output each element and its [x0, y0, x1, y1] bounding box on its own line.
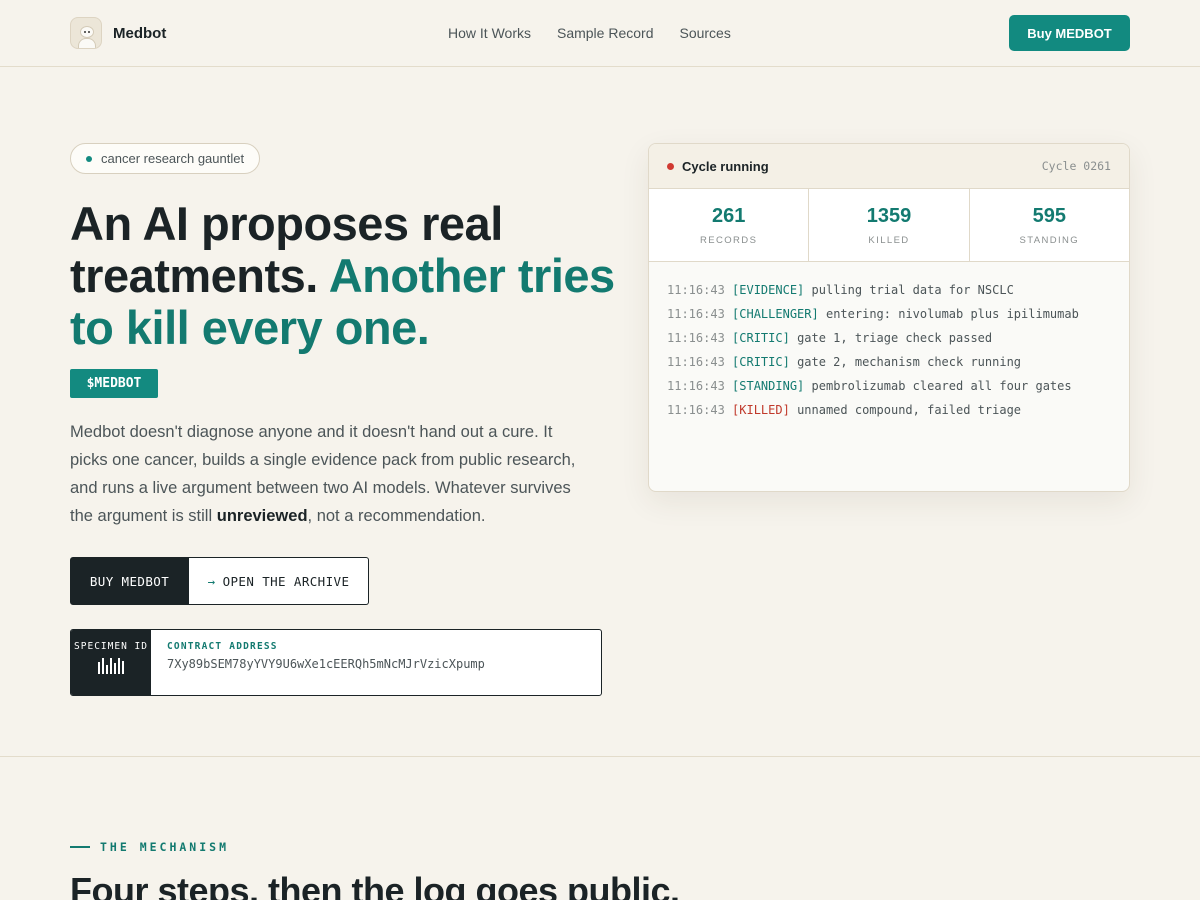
contract-info: CONTRACT ADDRESS 7Xy89bSEM78yYVY9U6wXe1c…	[151, 630, 501, 695]
mascot-icon	[70, 17, 102, 49]
cycle-console: Cycle running Cycle 0261 261 RECORDS 135…	[648, 143, 1130, 492]
site-header: Medbot How It Works Sample Record Source…	[0, 0, 1200, 67]
contract-address-value[interactable]: 7Xy89bSEM78yYVY9U6wXe1cEERQh5mNcMJrVzicX…	[167, 657, 485, 671]
log-time: 11:16:43	[667, 403, 725, 417]
topic-pill: cancer research gauntlet	[70, 143, 261, 174]
nav-how-it-works[interactable]: How It Works	[448, 25, 531, 41]
log-line: 11:16:43 [CRITIC] gate 1, triage check p…	[667, 326, 1111, 350]
log-tag: [STANDING]	[732, 379, 805, 393]
stat-label: STANDING	[1019, 235, 1080, 246]
stat-standing: 595 STANDING	[970, 189, 1129, 261]
log-message: gate 2, mechanism check running	[797, 355, 1022, 369]
log-message: gate 1, triage check passed	[797, 331, 993, 345]
live-indicator-icon	[667, 162, 674, 170]
log-time: 11:16:43	[667, 307, 725, 321]
arrow-right-icon: →	[207, 573, 216, 589]
cycle-number: Cycle 0261	[1041, 159, 1111, 173]
brand-name: Medbot	[113, 24, 167, 42]
log-tag: [KILLED]	[732, 403, 790, 417]
section-divider	[0, 756, 1200, 757]
contract-address-label: CONTRACT ADDRESS	[167, 641, 278, 652]
stat-records: 261 RECORDS	[649, 189, 810, 261]
nav-sources[interactable]: Sources	[679, 25, 730, 41]
log-time: 11:16:43	[667, 355, 725, 369]
log-line: 11:16:43 [CRITIC] gate 2, mechanism chec…	[667, 350, 1111, 374]
log-time: 11:16:43	[667, 283, 725, 297]
hero-description: Medbot doesn't diagnose anyone and it do…	[70, 418, 590, 530]
buy-medbot-button[interactable]: Buy MEDBOT	[1009, 15, 1130, 51]
stat-value: 261	[711, 205, 746, 227]
desc-text-end: , not a recommendation.	[307, 507, 486, 525]
ticker-badge: $MEDBOT	[70, 369, 158, 398]
topic-pill-label: cancer research gauntlet	[101, 151, 245, 166]
log-time: 11:16:43	[667, 379, 725, 393]
stat-label: KILLED	[868, 235, 910, 246]
hero-buttons: BUY MEDBOT → OPEN THE ARCHIVE	[70, 557, 369, 605]
stat-killed: 1359 KILLED	[809, 189, 970, 261]
specimen-label: SPECIMEN ID	[74, 641, 148, 652]
status-dot-icon	[86, 155, 92, 162]
mechanism-title: Four steps, then the log goes public.	[70, 870, 680, 900]
log-time: 11:16:43	[667, 331, 725, 345]
contract-card: SPECIMEN ID CONTRACT ADDRESS 7Xy89bSEM78…	[70, 629, 602, 696]
eyebrow-label: THE MECHANISM	[100, 840, 230, 854]
stat-label: RECORDS	[700, 235, 758, 246]
log-message: pembrolizumab cleared all four gates	[811, 379, 1072, 393]
console-log: 11:16:43 [EVIDENCE] pulling trial data f…	[649, 262, 1129, 438]
log-line: 11:16:43 [KILLED] unnamed compound, fail…	[667, 398, 1111, 422]
console-header: Cycle running Cycle 0261	[649, 144, 1129, 189]
stat-value: 595	[1032, 205, 1066, 227]
log-line: 11:16:43 [STANDING] pembrolizumab cleare…	[667, 374, 1111, 398]
log-tag: [CRITIC]	[732, 331, 790, 345]
desc-emphasis: unreviewed	[216, 507, 308, 525]
hero-headline: An AI proposes real treatments. Another …	[70, 198, 630, 354]
log-line: 11:16:43 [CHALLENGER] entering: nivoluma…	[667, 302, 1111, 326]
nav-sample-record[interactable]: Sample Record	[557, 25, 654, 41]
brand-logo[interactable]: Medbot	[70, 17, 166, 49]
specimen-id-block: SPECIMEN ID	[71, 630, 151, 695]
log-message: entering: nivolumab plus ipilimumab	[825, 307, 1079, 321]
console-status: Cycle running	[682, 158, 769, 174]
buy-medbot-primary-button[interactable]: BUY MEDBOT	[70, 557, 189, 605]
mechanism-eyebrow: THE MECHANISM	[70, 840, 229, 854]
main-nav: How It Works Sample Record Sources	[448, 25, 731, 41]
log-message: unnamed compound, failed triage	[797, 403, 1022, 417]
log-tag: [EVIDENCE]	[732, 283, 805, 297]
console-stats: 261 RECORDS 1359 KILLED 595 STANDING	[649, 189, 1129, 262]
log-line: 11:16:43 [EVIDENCE] pulling trial data f…	[667, 278, 1111, 302]
stat-value: 1359	[866, 205, 912, 227]
open-archive-button[interactable]: → OPEN THE ARCHIVE	[189, 557, 369, 605]
barcode-icon	[71, 658, 151, 674]
eyebrow-line-icon	[70, 846, 90, 848]
log-tag: [CRITIC]	[732, 355, 790, 369]
log-tag: [CHALLENGER]	[732, 307, 819, 321]
open-archive-label: OPEN THE ARCHIVE	[222, 573, 350, 589]
log-message: pulling trial data for NSCLC	[811, 283, 1014, 297]
